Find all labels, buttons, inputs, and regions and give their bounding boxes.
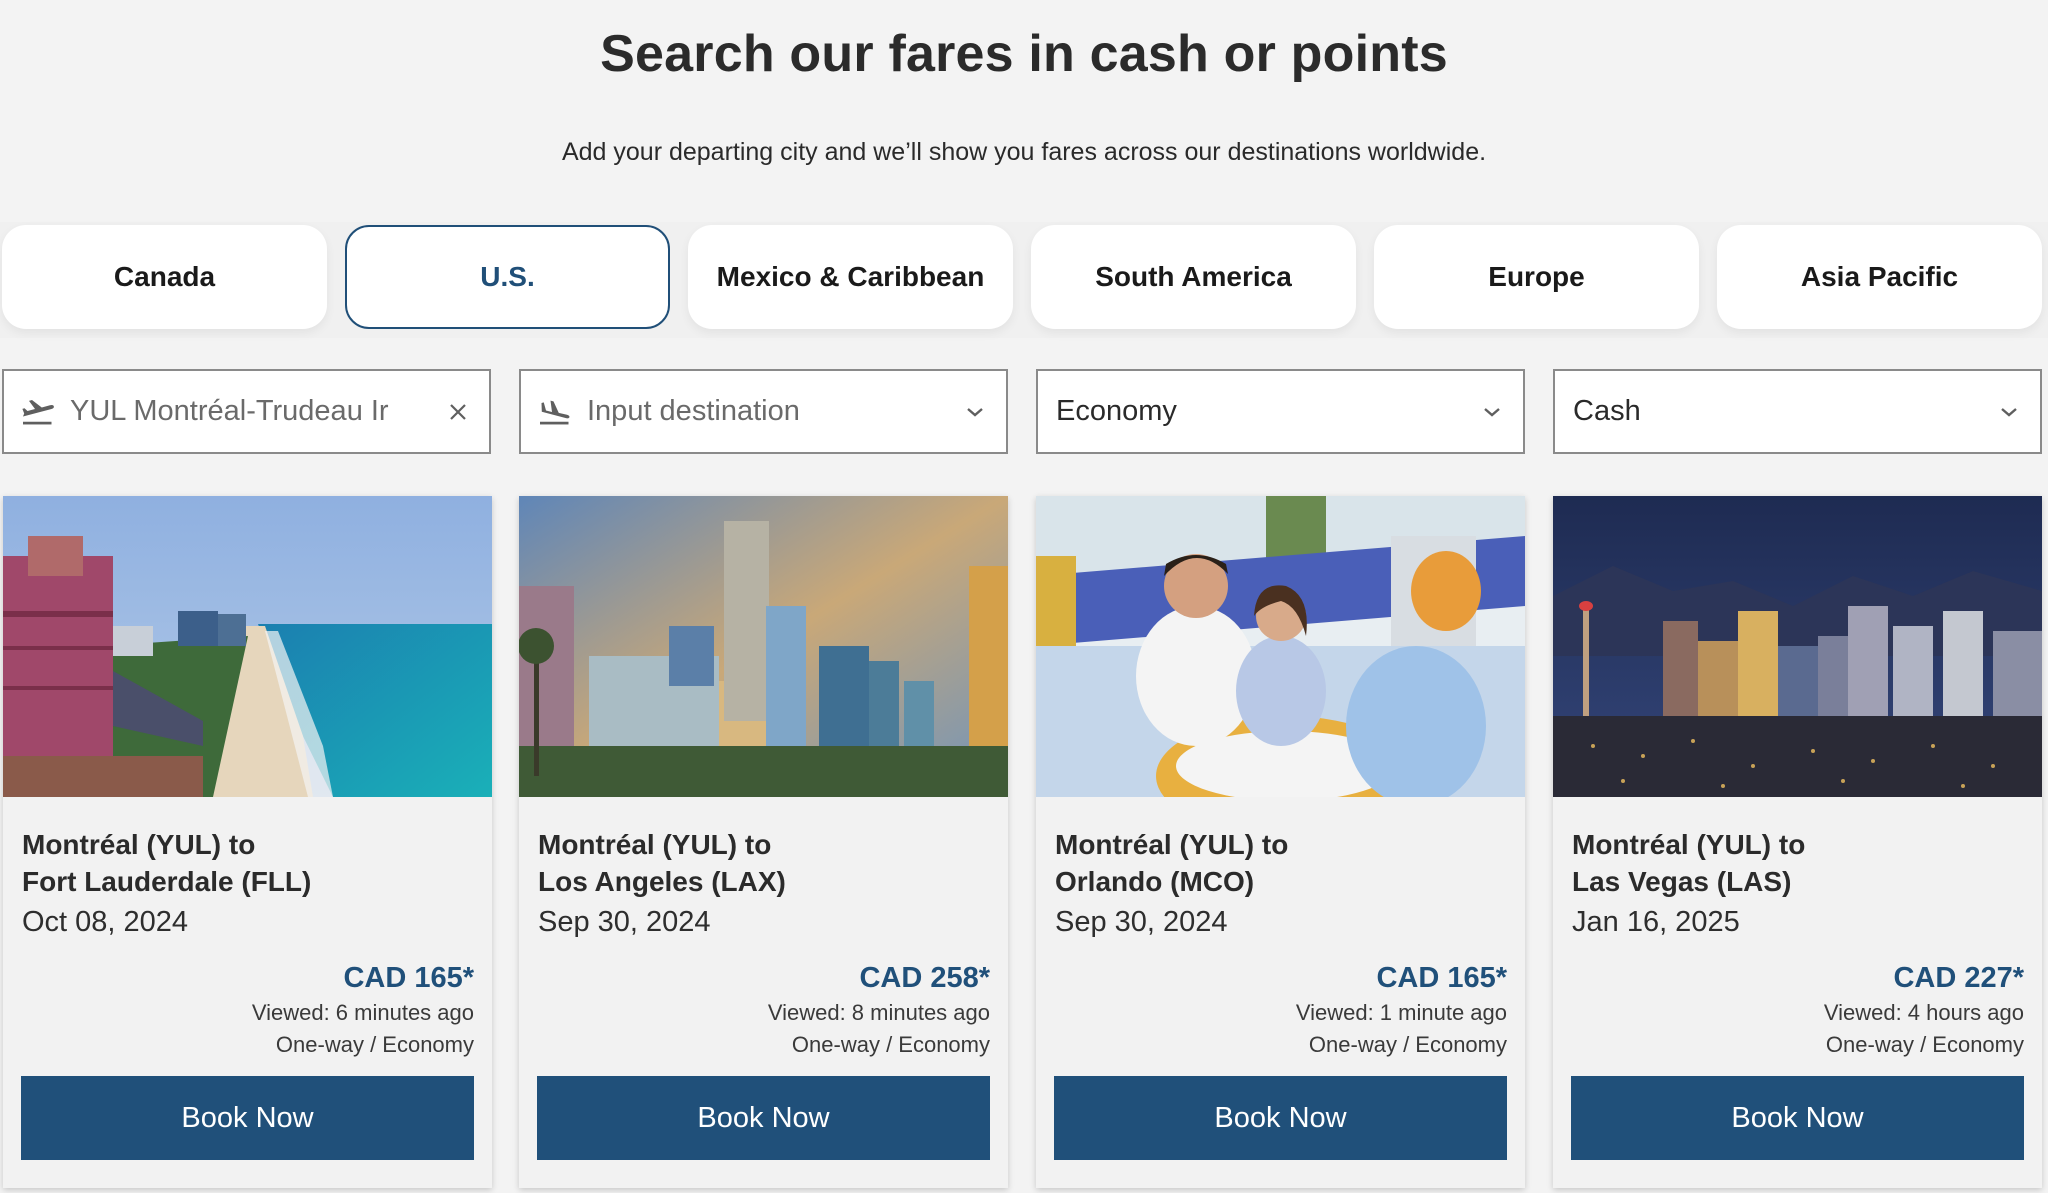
book-now-button[interactable]: Book Now — [1054, 1076, 1507, 1160]
departure-date: Sep 30, 2024 — [1055, 906, 1228, 938]
destination-image — [519, 496, 1008, 797]
route-title: Montréal (YUL) to Orlando (MCO) — [1055, 829, 1289, 897]
tab-asia-pacific[interactable]: Asia Pacific — [1717, 225, 2042, 329]
departure-date: Sep 30, 2024 — [538, 906, 711, 938]
tab-mexico-caribbean[interactable]: Mexico & Caribbean — [688, 225, 1013, 329]
chevron-down-icon[interactable] — [1994, 397, 2024, 427]
book-now-button[interactable]: Book Now — [1571, 1076, 2024, 1160]
trip-type: One-way / Economy — [791, 1032, 990, 1057]
route-title: Montréal (YUL) to Fort Lauderdale (FLL) — [22, 829, 312, 897]
tab-south-america[interactable]: South America — [1031, 225, 1356, 329]
route-title: Montréal (YUL) to Los Angeles (LAX) — [538, 829, 786, 897]
fare-card: Montréal (YUL) to Orlando (MCO) Sep 30, … — [1036, 496, 1525, 1188]
destination-image — [1553, 496, 2042, 797]
departure-date: Oct 08, 2024 — [22, 906, 189, 938]
fare-price: CAD 258* — [859, 962, 990, 994]
destination-placeholder: Input destination — [587, 395, 800, 427]
tab-us[interactable]: U.S. — [345, 225, 670, 329]
fare-price: CAD 165* — [1376, 962, 1507, 994]
fare-price: CAD 227* — [1893, 962, 2024, 994]
origin-value: YUL Montréal-Trudeau Ir — [70, 395, 389, 427]
plane-departure-icon — [20, 397, 56, 427]
origin-input[interactable]: YUL Montréal-Trudeau Ir — [2, 369, 491, 454]
page-title: Search our fares in cash or points — [600, 25, 1448, 83]
viewed-time: Viewed: 1 minute ago — [1295, 1000, 1507, 1025]
destination-image — [3, 496, 492, 797]
payment-select[interactable]: Cash — [1553, 369, 2042, 454]
viewed-time: Viewed: 6 minutes ago — [251, 1000, 474, 1025]
route-title: Montréal (YUL) to Las Vegas (LAS) — [1572, 829, 1806, 897]
departure-date: Jan 16, 2025 — [1572, 906, 1740, 938]
fare-card: Montréal (YUL) to Los Angeles (LAX) Sep … — [519, 496, 1008, 1188]
viewed-time: Viewed: 4 hours ago — [1823, 1000, 2024, 1025]
viewed-time: Viewed: 8 minutes ago — [767, 1000, 990, 1025]
destination-input[interactable]: Input destination — [519, 369, 1008, 454]
plane-arrival-icon — [537, 397, 573, 427]
book-now-button[interactable]: Book Now — [537, 1076, 990, 1160]
fare-price: CAD 165* — [343, 962, 474, 994]
trip-type: One-way / Economy — [1308, 1032, 1507, 1057]
chevron-down-icon[interactable] — [1477, 397, 1507, 427]
cabin-value: Economy — [1056, 395, 1177, 427]
cabin-select[interactable]: Economy — [1036, 369, 1525, 454]
payment-value: Cash — [1573, 395, 1641, 427]
destination-image — [1036, 496, 1525, 797]
page-subtitle: Add your departing city and we’ll show y… — [561, 138, 1487, 166]
region-tabs: Canada U.S. Mexico & Caribbean South Ame… — [0, 222, 2048, 338]
close-icon[interactable] — [443, 397, 473, 427]
trip-type: One-way / Economy — [1825, 1032, 2024, 1057]
fare-card: Montréal (YUL) to Las Vegas (LAS) Jan 16… — [1553, 496, 2042, 1188]
chevron-down-icon[interactable] — [960, 397, 990, 427]
trip-type: One-way / Economy — [275, 1032, 474, 1057]
book-now-button[interactable]: Book Now — [21, 1076, 474, 1160]
tab-europe[interactable]: Europe — [1374, 225, 1699, 329]
fare-card: Montréal (YUL) to Fort Lauderdale (FLL) … — [3, 496, 492, 1188]
tab-canada[interactable]: Canada — [2, 225, 327, 329]
